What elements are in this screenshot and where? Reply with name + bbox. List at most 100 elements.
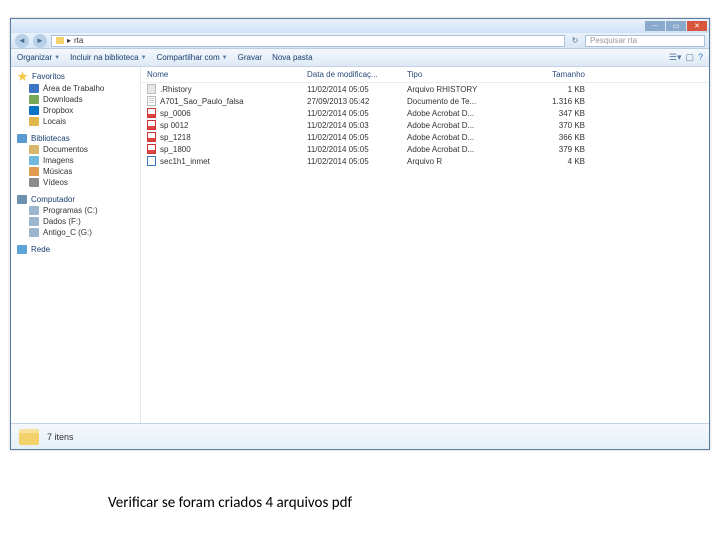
file-name: sp_0006 bbox=[160, 109, 191, 118]
maximize-button[interactable]: ▭ bbox=[666, 21, 686, 31]
file-icon bbox=[147, 144, 156, 154]
file-icon bbox=[147, 84, 156, 94]
file-type: Adobe Acrobat D... bbox=[401, 132, 511, 143]
file-type: Arquivo R bbox=[401, 156, 511, 167]
organize-button[interactable]: Organizar▼ bbox=[17, 53, 60, 62]
navigation-bar: ◄ ► ▸ rta ↻ Pesquisar rta bbox=[11, 33, 709, 49]
file-type: Adobe Acrobat D... bbox=[401, 108, 511, 119]
folder-icon bbox=[19, 429, 39, 445]
forward-button[interactable]: ► bbox=[33, 34, 47, 48]
file-name: sec1h1_inmet bbox=[160, 157, 210, 166]
sidebar-locals[interactable]: Locais bbox=[11, 116, 140, 127]
sidebar-images[interactable]: Imagens bbox=[11, 155, 140, 166]
search-input[interactable]: Pesquisar rta bbox=[585, 35, 705, 47]
file-row[interactable]: .Rhistory 11/02/2014 05:05Arquivo RHISTOR… bbox=[141, 83, 709, 95]
col-date[interactable]: Data de modificaç... bbox=[301, 69, 401, 80]
col-name[interactable]: Nome bbox=[141, 69, 301, 80]
documents-icon bbox=[29, 145, 39, 154]
folder-icon bbox=[56, 37, 64, 44]
sidebar-drive-g[interactable]: Antigo_C (G:) bbox=[11, 227, 140, 238]
drive-icon bbox=[29, 206, 39, 215]
file-icon bbox=[147, 132, 156, 142]
dropbox-icon bbox=[29, 106, 39, 115]
file-date: 11/02/2014 05:05 bbox=[301, 84, 401, 95]
refresh-button[interactable]: ↻ bbox=[569, 35, 581, 47]
file-type: Arquivo RHISTORY bbox=[401, 84, 511, 95]
images-icon bbox=[29, 156, 39, 165]
file-row[interactable]: sp 0012 11/02/2014 05:03Adobe Acrobat D..… bbox=[141, 119, 709, 131]
file-size: 4 KB bbox=[511, 156, 591, 167]
file-type: Adobe Acrobat D... bbox=[401, 144, 511, 155]
file-size: 1 KB bbox=[511, 84, 591, 95]
file-icon bbox=[147, 96, 156, 106]
desktop-icon bbox=[29, 84, 39, 93]
file-list: Nome Data de modificaç... Tipo Tamanho .… bbox=[141, 67, 709, 423]
status-count: 7 itens bbox=[47, 432, 74, 442]
file-date: 11/02/2014 05:05 bbox=[301, 132, 401, 143]
share-button[interactable]: Compartilhar com▼ bbox=[157, 53, 228, 62]
burn-button[interactable]: Gravar bbox=[238, 53, 262, 62]
view-mode-button[interactable]: ☰▾ bbox=[669, 52, 682, 63]
col-size[interactable]: Tamanho bbox=[511, 69, 591, 80]
sidebar-desktop[interactable]: Área de Trabalho bbox=[11, 83, 140, 94]
view-options: ☰▾ ▢ ? bbox=[669, 52, 703, 63]
file-type: Documento de Te... bbox=[401, 96, 511, 107]
file-icon bbox=[147, 156, 156, 166]
content-area: Favoritos Área de Trabalho Downloads Dro… bbox=[11, 67, 709, 423]
new-folder-button[interactable]: Nova pasta bbox=[272, 53, 312, 62]
file-date: 11/02/2014 05:03 bbox=[301, 120, 401, 131]
file-row[interactable]: sp_000611/02/2014 05:05Adobe Acrobat D..… bbox=[141, 107, 709, 119]
close-button[interactable]: ✕ bbox=[687, 21, 707, 31]
sidebar-libraries[interactable]: Bibliotecas bbox=[11, 133, 140, 144]
file-icon bbox=[147, 108, 156, 118]
col-type[interactable]: Tipo bbox=[401, 69, 511, 80]
titlebar: ─ ▭ ✕ bbox=[11, 19, 709, 33]
computer-icon bbox=[17, 195, 27, 204]
sidebar-drive-c[interactable]: Programas (C:) bbox=[11, 205, 140, 216]
file-name: sp 0012 bbox=[160, 121, 188, 130]
file-row[interactable]: sp_1218 11/02/2014 05:05Adobe Acrobat D..… bbox=[141, 131, 709, 143]
locals-icon bbox=[29, 117, 39, 126]
drive-icon bbox=[29, 228, 39, 237]
slide-caption: Verificar se foram criados 4 arquivos pd… bbox=[108, 494, 352, 512]
sidebar-music[interactable]: Músicas bbox=[11, 166, 140, 177]
file-row[interactable]: sp_1800 11/02/2014 05:05Adobe Acrobat D..… bbox=[141, 143, 709, 155]
file-date: 27/09/2013 05:42 bbox=[301, 96, 401, 107]
network-icon bbox=[17, 245, 27, 254]
minimize-button[interactable]: ─ bbox=[645, 21, 665, 31]
videos-icon bbox=[29, 178, 39, 187]
file-row[interactable]: sec1h1_inmet11/02/2014 05:05Arquivo R4 K… bbox=[141, 155, 709, 167]
address-path: rta bbox=[74, 36, 83, 45]
include-library-button[interactable]: Incluir na biblioteca▼ bbox=[70, 53, 146, 62]
file-size: 379 KB bbox=[511, 144, 591, 155]
help-button[interactable]: ? bbox=[698, 52, 703, 63]
back-button[interactable]: ◄ bbox=[15, 34, 29, 48]
file-icon bbox=[147, 120, 156, 130]
toolbar: Organizar▼ Incluir na biblioteca▼ Compar… bbox=[11, 49, 709, 67]
sidebar-dropbox[interactable]: Dropbox bbox=[11, 105, 140, 116]
address-bar[interactable]: ▸ rta bbox=[51, 35, 565, 47]
drive-icon bbox=[29, 217, 39, 226]
explorer-window: ─ ▭ ✕ ◄ ► ▸ rta ↻ Pesquisar rta Organiza… bbox=[10, 18, 710, 450]
downloads-icon bbox=[29, 95, 39, 104]
window-buttons: ─ ▭ ✕ bbox=[645, 21, 707, 31]
sidebar: Favoritos Área de Trabalho Downloads Dro… bbox=[11, 67, 141, 423]
preview-pane-button[interactable]: ▢ bbox=[685, 52, 694, 63]
sidebar-documents[interactable]: Documentos bbox=[11, 144, 140, 155]
sidebar-drive-f[interactable]: Dados (F:) bbox=[11, 216, 140, 227]
sidebar-favorites[interactable]: Favoritos bbox=[11, 70, 140, 83]
file-name: sp_1218 bbox=[160, 133, 191, 142]
file-name: A701_Sao_Paulo_falsa bbox=[160, 97, 244, 106]
sidebar-downloads[interactable]: Downloads bbox=[11, 94, 140, 105]
file-name: .Rhistory bbox=[160, 85, 192, 94]
file-date: 11/02/2014 05:05 bbox=[301, 144, 401, 155]
file-row[interactable]: A701_Sao_Paulo_falsa 27/09/2013 05:42Docu… bbox=[141, 95, 709, 107]
file-size: 370 KB bbox=[511, 120, 591, 131]
sidebar-network[interactable]: Rede bbox=[11, 244, 140, 255]
sidebar-videos[interactable]: Vídeos bbox=[11, 177, 140, 188]
sidebar-computer[interactable]: Computador bbox=[11, 194, 140, 205]
file-size: 1.316 KB bbox=[511, 96, 591, 107]
file-name: sp_1800 bbox=[160, 145, 191, 154]
libraries-icon bbox=[17, 134, 27, 143]
file-type: Adobe Acrobat D... bbox=[401, 120, 511, 131]
